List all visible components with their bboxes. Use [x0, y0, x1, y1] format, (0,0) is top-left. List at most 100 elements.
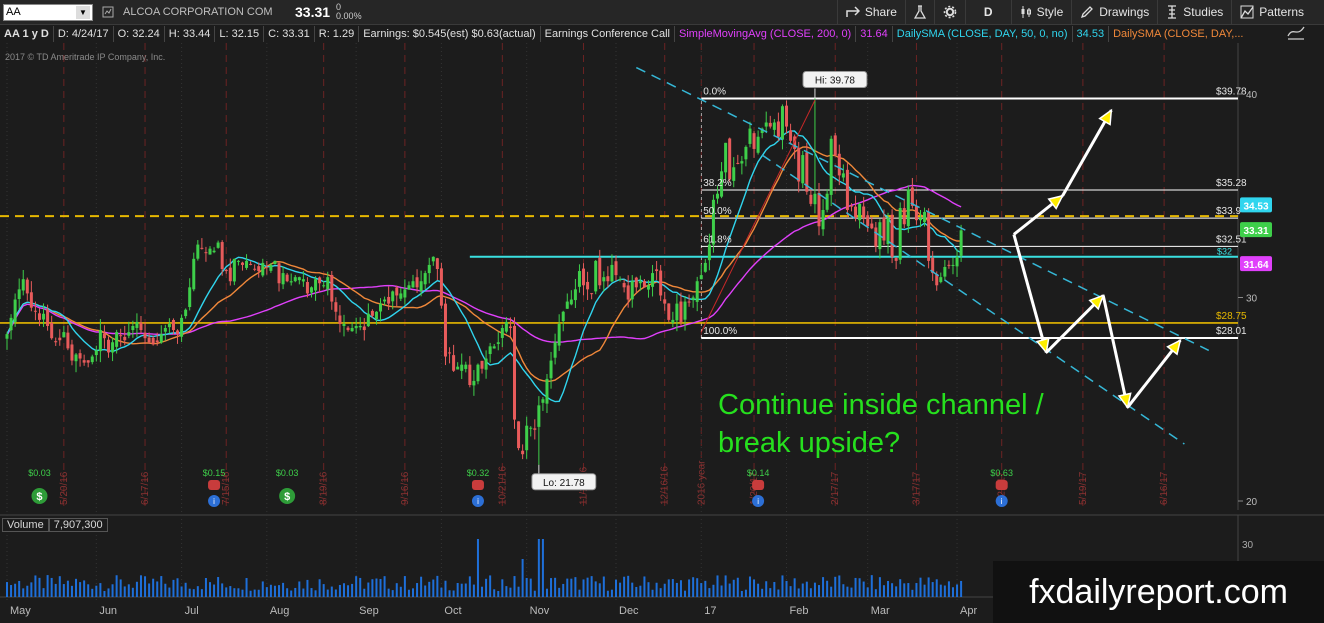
flask-button[interactable] — [904, 0, 934, 24]
candle-body — [431, 256, 435, 262]
volume-bar — [675, 582, 678, 597]
volume-bar — [517, 586, 520, 597]
candle-body — [553, 342, 557, 358]
volume-bar — [432, 579, 435, 597]
volume-bar — [570, 578, 573, 597]
volume-bar — [761, 588, 764, 597]
candle-body — [724, 142, 728, 173]
candle-body — [646, 285, 650, 290]
candle-body — [841, 173, 845, 178]
volume-bar — [704, 580, 707, 597]
volume-bar — [278, 585, 281, 597]
candle-body — [261, 262, 265, 276]
volume-bar — [586, 577, 589, 597]
candle-body — [837, 153, 841, 176]
volume-bar — [663, 583, 666, 597]
volume-bar — [960, 580, 963, 597]
candle-body — [728, 138, 732, 180]
candle-body — [959, 230, 963, 256]
volume-bar — [878, 577, 881, 597]
candle-body — [184, 309, 188, 317]
style-button[interactable]: Style — [1010, 0, 1072, 24]
volume-bar — [818, 585, 820, 597]
candle-body — [163, 328, 167, 332]
candle-body — [208, 248, 212, 255]
volume-bar — [501, 579, 504, 597]
volume-bar — [148, 583, 151, 597]
volume-bar — [923, 584, 926, 597]
fib-price-label: $33.9 — [1216, 206, 1241, 217]
earnings-date-label: 2016 year — [696, 460, 707, 505]
candle-body — [176, 330, 180, 335]
earnings-date-label: 6/16/17 — [1159, 471, 1170, 505]
volume-bar — [951, 587, 954, 597]
volume-bar — [168, 587, 171, 597]
candle-body — [707, 244, 711, 261]
volume-bar — [541, 539, 544, 597]
price-chart[interactable]: 5/20/16 6/17/16 7/15/16 8/19/16 9/16/16 10/21… — [0, 43, 1324, 623]
sma200-legend[interactable]: SimpleMovingAvg (CLOSE, 200, 0) — [675, 26, 857, 42]
symbol-input[interactable]: AA ▼ — [3, 3, 93, 21]
settings-button[interactable] — [933, 0, 965, 24]
chevron-down-icon[interactable]: ▼ — [76, 5, 90, 19]
candle-body — [379, 303, 383, 312]
candle-body — [322, 285, 326, 287]
style-label: Style — [1036, 5, 1064, 19]
volume-bar — [95, 585, 98, 597]
volume-bar — [371, 579, 374, 597]
candle-body — [927, 212, 931, 261]
volume-bar — [497, 590, 500, 597]
earnings-call: Earnings Conference Call — [541, 26, 676, 42]
sma50-legend[interactable]: DailySMA (CLOSE, DAY, 50, 0, no) — [893, 26, 1073, 42]
candle-body — [127, 332, 131, 336]
period-button[interactable]: D — [964, 0, 1011, 24]
volume-bar — [420, 576, 423, 597]
volume-bar — [342, 583, 345, 597]
volume-bar — [789, 586, 792, 597]
overview-icon[interactable] — [101, 5, 115, 19]
volume-bar — [46, 575, 49, 597]
top-toolbar: AA ▼ ALCOA CORPORATION COM 33.31 0 0.00%… — [0, 0, 1324, 25]
candle-body — [679, 301, 683, 322]
candle-body — [212, 250, 216, 253]
volume-bar — [712, 584, 715, 597]
volume-bar — [956, 584, 959, 597]
chart-settings-button[interactable] — [1268, 25, 1324, 43]
candle-body — [350, 328, 354, 332]
candle-body — [630, 281, 634, 300]
volume-bar — [793, 578, 796, 597]
drawings-button[interactable]: Drawings — [1071, 0, 1157, 24]
volume-bar — [452, 590, 455, 597]
candle-body — [115, 332, 119, 347]
volume-bar — [895, 586, 898, 597]
candle-body — [862, 206, 866, 219]
volume-bar — [533, 590, 536, 597]
candle-body — [318, 277, 322, 284]
candle-body — [768, 122, 772, 127]
share-button[interactable]: Share — [836, 0, 905, 24]
candle-body — [870, 223, 874, 229]
volume-bar — [911, 589, 914, 597]
patterns-button[interactable]: Patterns — [1231, 0, 1324, 24]
candle-body — [780, 106, 784, 140]
candles-icon — [1020, 5, 1032, 19]
studies-button[interactable]: Studies — [1157, 0, 1231, 24]
candle-body — [167, 323, 171, 328]
candle-body — [866, 215, 870, 227]
volume-bar — [765, 581, 768, 597]
volume-bar — [123, 586, 126, 597]
volume-bar — [854, 577, 857, 597]
studies-label: Studies — [1183, 5, 1224, 19]
volume-bar — [720, 585, 723, 597]
volume-bar — [253, 589, 256, 597]
volume-bar — [460, 583, 463, 597]
sma20-legend[interactable]: DailySMA (CLOSE, DAY,... — [1109, 26, 1247, 42]
candle-body — [111, 342, 115, 353]
time-axis-label: May — [10, 605, 31, 617]
volume-bar — [196, 586, 199, 597]
volume-bar — [777, 589, 780, 597]
volume-bar — [927, 577, 930, 597]
volume-bar — [330, 586, 333, 597]
volume-bar — [416, 583, 419, 597]
candle-body — [196, 244, 200, 259]
